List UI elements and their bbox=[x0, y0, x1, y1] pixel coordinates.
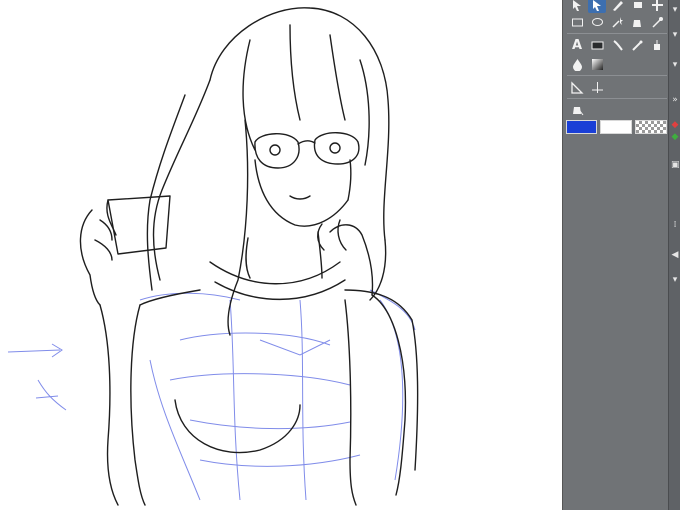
lasso-icon[interactable] bbox=[588, 14, 606, 30]
frame-tool-icon[interactable] bbox=[588, 37, 606, 53]
sub-color-swatch[interactable] bbox=[600, 120, 632, 134]
gradient-tool-icon[interactable] bbox=[588, 56, 606, 72]
bucket-icon[interactable] bbox=[628, 14, 646, 30]
strip-mark[interactable]: ▣ bbox=[671, 160, 680, 170]
strip-mark[interactable]: ▾ bbox=[671, 275, 679, 285]
fill-tool-icon[interactable] bbox=[648, 37, 666, 53]
strip-mark[interactable]: ▾ bbox=[671, 5, 679, 15]
eyedropper-icon[interactable] bbox=[648, 14, 666, 30]
sketch-artwork bbox=[7, 7, 419, 506]
eraser-tool-icon[interactable] bbox=[628, 0, 646, 13]
main-color-swatch[interactable] bbox=[566, 120, 597, 134]
brush-tool-icon[interactable] bbox=[608, 37, 626, 53]
drawing-canvas[interactable] bbox=[0, 0, 562, 510]
pen-tool-icon[interactable] bbox=[608, 0, 626, 13]
blur-tool-icon[interactable] bbox=[568, 56, 586, 72]
separator bbox=[567, 33, 667, 34]
strip-mark[interactable]: » bbox=[671, 95, 679, 105]
strip-mark[interactable]: ▾ bbox=[671, 60, 679, 70]
text-tool-icon[interactable]: A bbox=[568, 37, 586, 53]
airbrush-tool-icon[interactable] bbox=[628, 37, 646, 53]
rect-select-icon[interactable] bbox=[568, 14, 586, 30]
transparent-color-swatch[interactable] bbox=[635, 120, 667, 134]
tool-panel: A bbox=[562, 0, 668, 510]
separator bbox=[567, 75, 667, 76]
figure-tool-icon[interactable] bbox=[588, 79, 606, 95]
hand-tool-icon[interactable] bbox=[648, 0, 666, 13]
subtool-fill-icon[interactable] bbox=[568, 102, 586, 118]
select-tool-icon[interactable] bbox=[588, 0, 606, 13]
red-dot-icon[interactable]: ◆ bbox=[671, 120, 679, 130]
move-tool-icon[interactable] bbox=[568, 0, 586, 13]
construction-lines bbox=[7, 289, 416, 501]
magic-wand-icon[interactable] bbox=[608, 14, 626, 30]
ink-lines bbox=[79, 7, 419, 506]
separator bbox=[567, 98, 667, 99]
strip-mark[interactable]: ▾ bbox=[671, 30, 679, 40]
ruler-tool-icon[interactable] bbox=[568, 79, 586, 95]
panel-collapse-strip: ▾ ▾ ▾ » ◆ ◆ ▣ ⁞ ◀ ▾ bbox=[668, 0, 680, 510]
green-dot-icon[interactable]: ◆ bbox=[671, 132, 679, 142]
strip-mark[interactable]: ⁞ bbox=[671, 220, 679, 230]
strip-mark[interactable]: ◀ bbox=[671, 250, 679, 260]
